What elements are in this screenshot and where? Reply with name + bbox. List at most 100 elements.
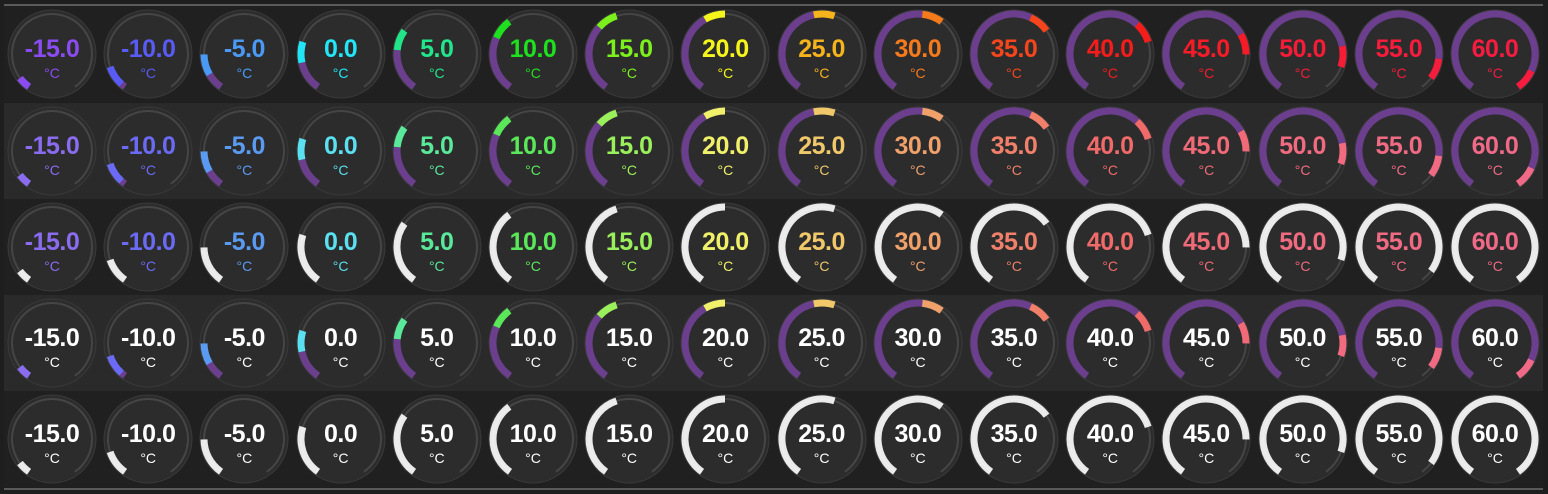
gauge-value: 15.0 [605,228,653,256]
temperature-gauge: 5.0 °C [390,104,484,198]
temperature-gauge: 60.0 °C [1448,7,1542,101]
temperature-gauge: -15.0 °C [5,296,99,390]
gauge-unit: °C [1102,65,1119,81]
temperature-gauge: 40.0 °C [1063,392,1157,486]
gauge-row-4: -15.0 °C -10.0 °C -5.0 °C 0.0 °C 5.0 °C 10.0 °C 15.0… [4,295,1543,391]
gauge-value: 40.0 [1086,35,1134,63]
temperature-gauge: 20.0 °C [678,296,772,390]
gauge-row-5: -15.0 °C -10.0 °C -5.0 °C 0.0 °C 5.0 °C 10.0 °C 15.0… [4,391,1543,487]
gauge-value: 20.0 [702,324,749,352]
gauge-value: 60.0 [1471,420,1519,448]
gauge-value: 40.0 [1086,228,1134,256]
temperature-gauge: 10.0 °C [486,296,580,390]
gauge-unit: °C [236,450,253,466]
temperature-gauge: 30.0 °C [871,392,965,486]
gauge-value: 50.0 [1279,132,1326,160]
gauge-value: 25.0 [798,324,845,352]
gauge-unit: °C [1198,450,1215,466]
gauge-value: -15.0 [24,132,80,160]
gauge-value: 40.0 [1086,324,1134,352]
gauge-value-arc-base [119,178,128,187]
temperature-gauge: 45.0 °C [1159,7,1253,101]
temperature-gauge: 30.0 °C [871,104,965,198]
gauge-unit: °C [621,162,638,178]
temperature-gauge: -15.0 °C [5,392,99,486]
temperature-gauge: -10.0 °C [101,7,195,101]
temperature-gauge: 25.0 °C [775,392,869,486]
temperature-gauge: 15.0 °C [582,104,676,198]
temperature-gauge: 10.0 °C [486,200,580,294]
gauge-value: 30.0 [894,35,942,63]
temperature-gauge: 5.0 °C [390,7,484,101]
gauge-unit: °C [1102,354,1119,370]
temperature-gauge: 50.0 °C [1256,104,1350,198]
gauge-unit: °C [332,162,349,178]
gauge-value: 60.0 [1471,324,1519,352]
gauge-value: 30.0 [894,324,942,352]
temperature-gauge: 15.0 °C [582,296,676,390]
temperature-gauge: 35.0 °C [967,200,1061,294]
gauge-unit: °C [1294,450,1311,466]
temperature-gauge: 20.0 °C [678,104,772,198]
temperature-gauge: 25.0 °C [775,104,869,198]
temperature-gauge: -5.0 °C [197,296,291,390]
gauge-value-arc [812,299,836,309]
gauge-value: 20.0 [702,420,749,448]
gauge-unit: °C [1198,65,1215,81]
gauge-value: 10.0 [509,324,557,352]
gauge-value: 30.0 [894,228,942,256]
temperature-gauge: 5.0 °C [390,392,484,486]
gauge-unit: °C [44,354,60,370]
temperature-gauge: 45.0 °C [1159,296,1253,390]
temperature-gauge: 0.0 °C [294,7,388,101]
gauge-value: 5.0 [420,228,454,256]
temperature-gauge: 10.0 °C [486,7,580,101]
gauge-unit: °C [621,65,638,81]
gauge-value: 0.0 [323,132,358,160]
temperature-gauge: 40.0 °C [1063,296,1157,390]
gauge-value: 45.0 [1183,132,1230,160]
gauge-unit: °C [621,450,638,466]
gauge-value: 5.0 [420,132,454,160]
gauge-value: 60.0 [1471,228,1519,256]
gauge-value: -10.0 [120,324,176,352]
gauge-unit: °C [332,354,349,370]
gauge-value: 55.0 [1375,420,1423,448]
temperature-gauge: 50.0 °C [1256,7,1350,101]
gauge-value-arc [812,10,836,20]
temperature-gauge: 15.0 °C [582,7,676,101]
gauge-unit: °C [1006,65,1022,81]
gauge-value: 55.0 [1375,35,1423,63]
gauge-value: -5.0 [223,35,266,63]
gauge-value: 0.0 [323,228,358,256]
gauge-value: 10.0 [509,228,557,256]
gauge-unit: °C [428,450,445,466]
temperature-gauge: 5.0 °C [390,296,484,390]
gauge-unit: °C [428,162,445,178]
gauge-value: -5.0 [223,132,266,160]
gauge-value: 5.0 [420,35,454,63]
gauge-unit: °C [909,258,926,274]
gauge-unit: °C [525,354,541,370]
temperature-gauge: 30.0 °C [871,200,965,294]
gauge-unit: °C [44,450,60,466]
temperature-gauge: 5.0 °C [390,200,484,294]
temperature-gauge: 60.0 °C [1448,296,1542,390]
gauge-unit: °C [428,65,445,81]
temperature-gauge: -10.0 °C [101,392,195,486]
gauge-unit: °C [236,65,253,81]
temperature-gauge: 45.0 °C [1159,104,1253,198]
temperature-gauge: 55.0 °C [1352,296,1446,390]
gauge-unit: °C [1006,354,1022,370]
temperature-gauge: 60.0 °C [1448,392,1542,486]
gauge-value: 50.0 [1279,420,1326,448]
gauge-value: 20.0 [702,132,749,160]
temperature-gauge: 55.0 °C [1352,392,1446,486]
gauge-unit: °C [1390,450,1407,466]
temperature-gauge: 20.0 °C [678,7,772,101]
gauge-unit: °C [1390,258,1407,274]
gauge-value: 45.0 [1183,420,1230,448]
gauge-unit: °C [1294,258,1311,274]
gauge-unit: °C [1390,162,1407,178]
temperature-gauge: 35.0 °C [967,104,1061,198]
